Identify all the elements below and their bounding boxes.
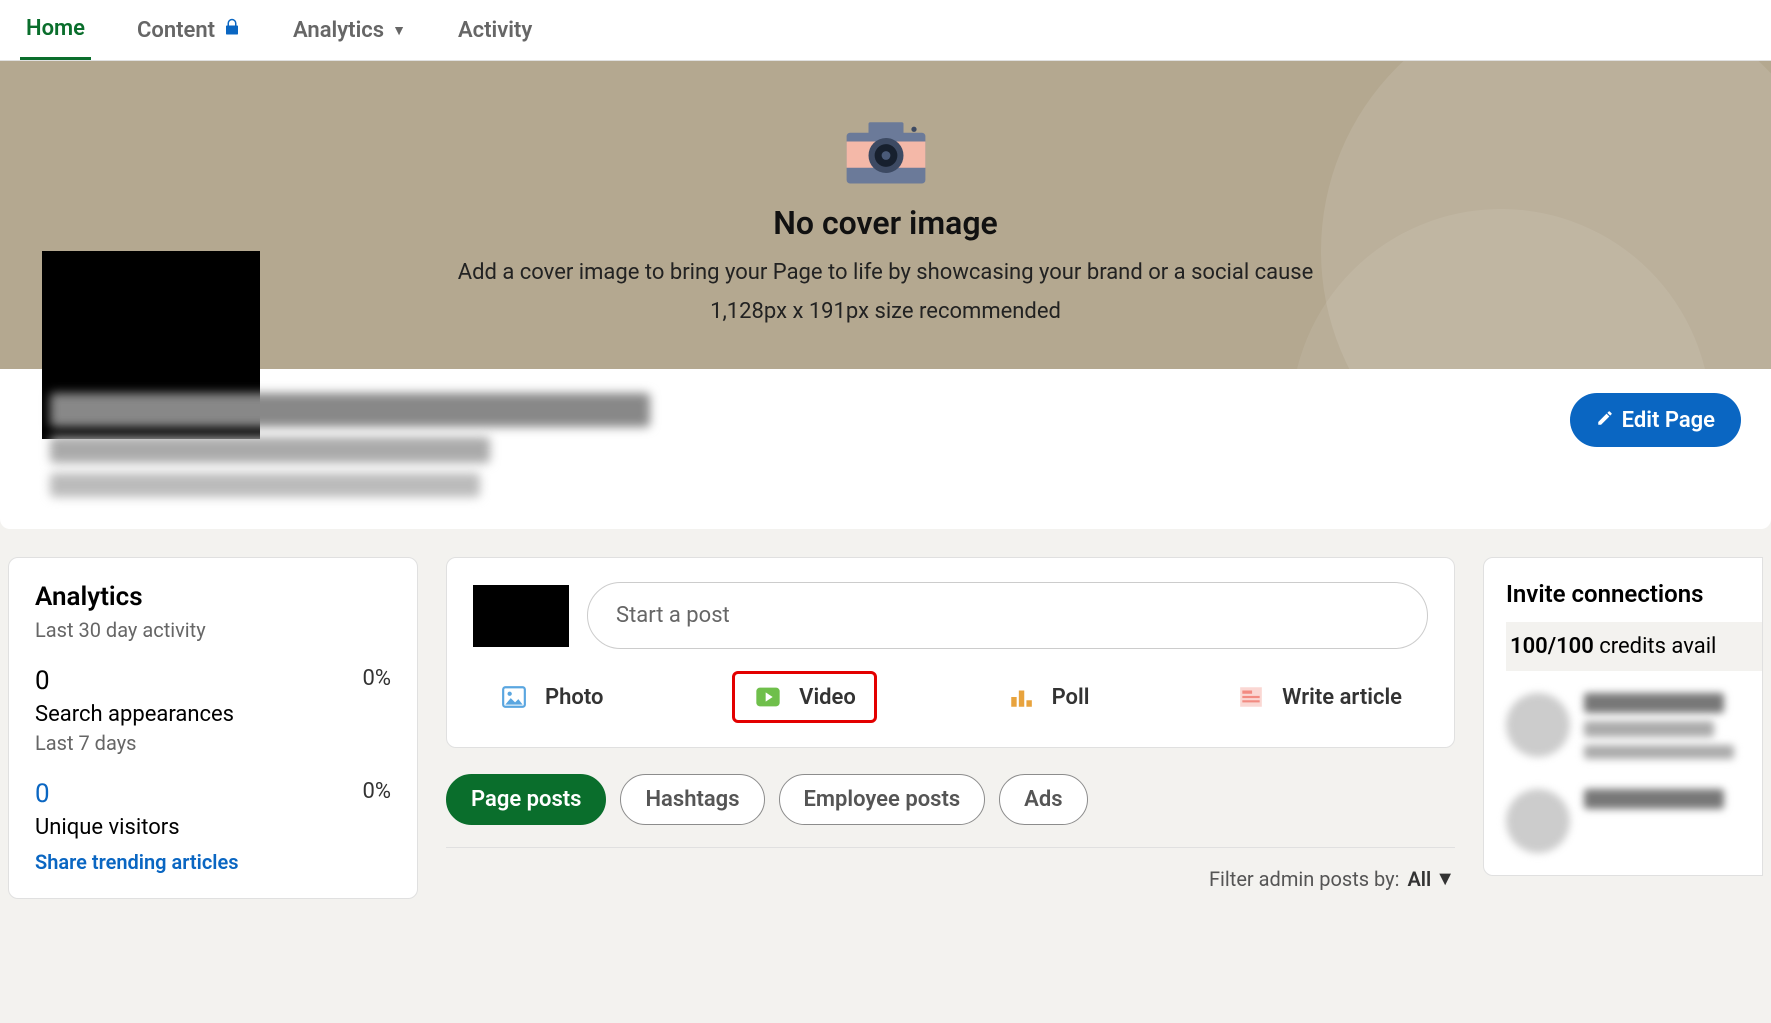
video-label: Video xyxy=(799,685,856,710)
search-label: Search appearances xyxy=(35,702,234,727)
profile-row: Edit Page xyxy=(0,369,1771,529)
pill-page-posts[interactable]: Page posts xyxy=(446,774,606,825)
pill-hashtags[interactable]: Hashtags xyxy=(620,774,764,825)
pill-ads[interactable]: Ads xyxy=(999,774,1087,825)
analytics-subtitle: Last 30 day activity xyxy=(35,618,391,642)
visitors-value[interactable]: 0 xyxy=(35,779,239,809)
post-type-article[interactable]: Write article xyxy=(1218,671,1420,723)
poll-icon xyxy=(1006,684,1036,710)
avatar xyxy=(1506,789,1570,853)
chevron-down-icon: ▼ xyxy=(392,22,406,39)
page-tagline-redacted xyxy=(50,437,490,463)
start-post-input[interactable]: Start a post xyxy=(587,582,1428,649)
page-tabs: Home Content Analytics ▼ Activity xyxy=(0,0,1771,61)
post-type-poll[interactable]: Poll xyxy=(988,671,1108,723)
hero-card: No cover image Add a cover image to brin… xyxy=(0,61,1771,529)
search-pct: 0% xyxy=(363,666,391,691)
tab-content-label: Content xyxy=(137,18,215,43)
search-sub: Last 7 days xyxy=(35,731,234,755)
tab-content[interactable]: Content xyxy=(131,0,247,60)
admin-filter-value: All xyxy=(1407,867,1431,891)
connection-item[interactable] xyxy=(1506,693,1762,767)
admin-filter-label: Filter admin posts by: xyxy=(1209,867,1399,891)
stat-search-appearances: 0 Search appearances Last 7 days 0% xyxy=(35,666,391,755)
lock-icon xyxy=(223,17,241,43)
poll-label: Poll xyxy=(1052,685,1090,710)
edit-page-button[interactable]: Edit Page xyxy=(1570,393,1741,447)
post-type-photo[interactable]: Photo xyxy=(481,671,621,723)
video-icon xyxy=(753,684,783,710)
post-type-video[interactable]: Video xyxy=(732,671,877,723)
invite-credits: 100/100 credits avail xyxy=(1506,622,1762,671)
avatar xyxy=(1506,693,1570,757)
invite-title: Invite connections xyxy=(1506,580,1762,608)
cover-title: No cover image xyxy=(773,204,998,242)
pencil-icon xyxy=(1596,408,1614,433)
article-icon xyxy=(1236,684,1266,710)
page-meta-redacted xyxy=(50,473,480,497)
tab-home[interactable]: Home xyxy=(20,0,91,60)
connection-text-redacted xyxy=(1584,789,1724,817)
tab-activity[interactable]: Activity xyxy=(452,0,538,60)
admin-filter-row: Filter admin posts by: All ▼ xyxy=(446,847,1455,891)
analytics-title: Analytics xyxy=(35,582,391,612)
invite-card: Invite connections 100/100 credits avail xyxy=(1483,557,1763,876)
tab-analytics[interactable]: Analytics ▼ xyxy=(287,0,412,60)
connection-item[interactable] xyxy=(1506,789,1762,853)
credits-rest: credits avail xyxy=(1594,634,1717,659)
profile-text xyxy=(50,393,650,507)
cover-size-hint: 1,128px x 191px size recommended xyxy=(710,299,1061,324)
stat-unique-visitors: 0 Unique visitors Share trending article… xyxy=(35,779,391,874)
tab-analytics-label: Analytics xyxy=(293,18,384,43)
share-trending-link[interactable]: Share trending articles xyxy=(35,850,239,874)
search-value: 0 xyxy=(35,666,234,696)
cover-area[interactable]: No cover image Add a cover image to brin… xyxy=(0,61,1771,369)
camera-icon xyxy=(841,117,931,192)
credits-count: 100/100 xyxy=(1510,634,1594,659)
page-name-redacted xyxy=(50,393,650,427)
pill-employee-posts[interactable]: Employee posts xyxy=(779,774,986,825)
composer-card: Start a post Photo Video xyxy=(446,557,1455,748)
photo-label: Photo xyxy=(545,685,603,710)
connection-text-redacted xyxy=(1584,693,1734,767)
visitors-label: Unique visitors xyxy=(35,815,239,840)
edit-page-label: Edit Page xyxy=(1622,408,1715,433)
post-filter-pills: Page posts Hashtags Employee posts Ads xyxy=(446,774,1455,825)
analytics-card: Analytics Last 30 day activity 0 Search … xyxy=(8,557,418,899)
chevron-down-icon: ▼ xyxy=(1435,866,1455,891)
article-label: Write article xyxy=(1282,685,1402,710)
admin-filter-dropdown[interactable]: All ▼ xyxy=(1407,866,1455,891)
photo-icon xyxy=(499,684,529,710)
visitors-pct: 0% xyxy=(363,779,391,804)
composer-avatar xyxy=(473,585,569,647)
post-type-row: Photo Video Poll xyxy=(473,671,1428,723)
cover-subtitle: Add a cover image to bring your Page to … xyxy=(458,260,1314,285)
